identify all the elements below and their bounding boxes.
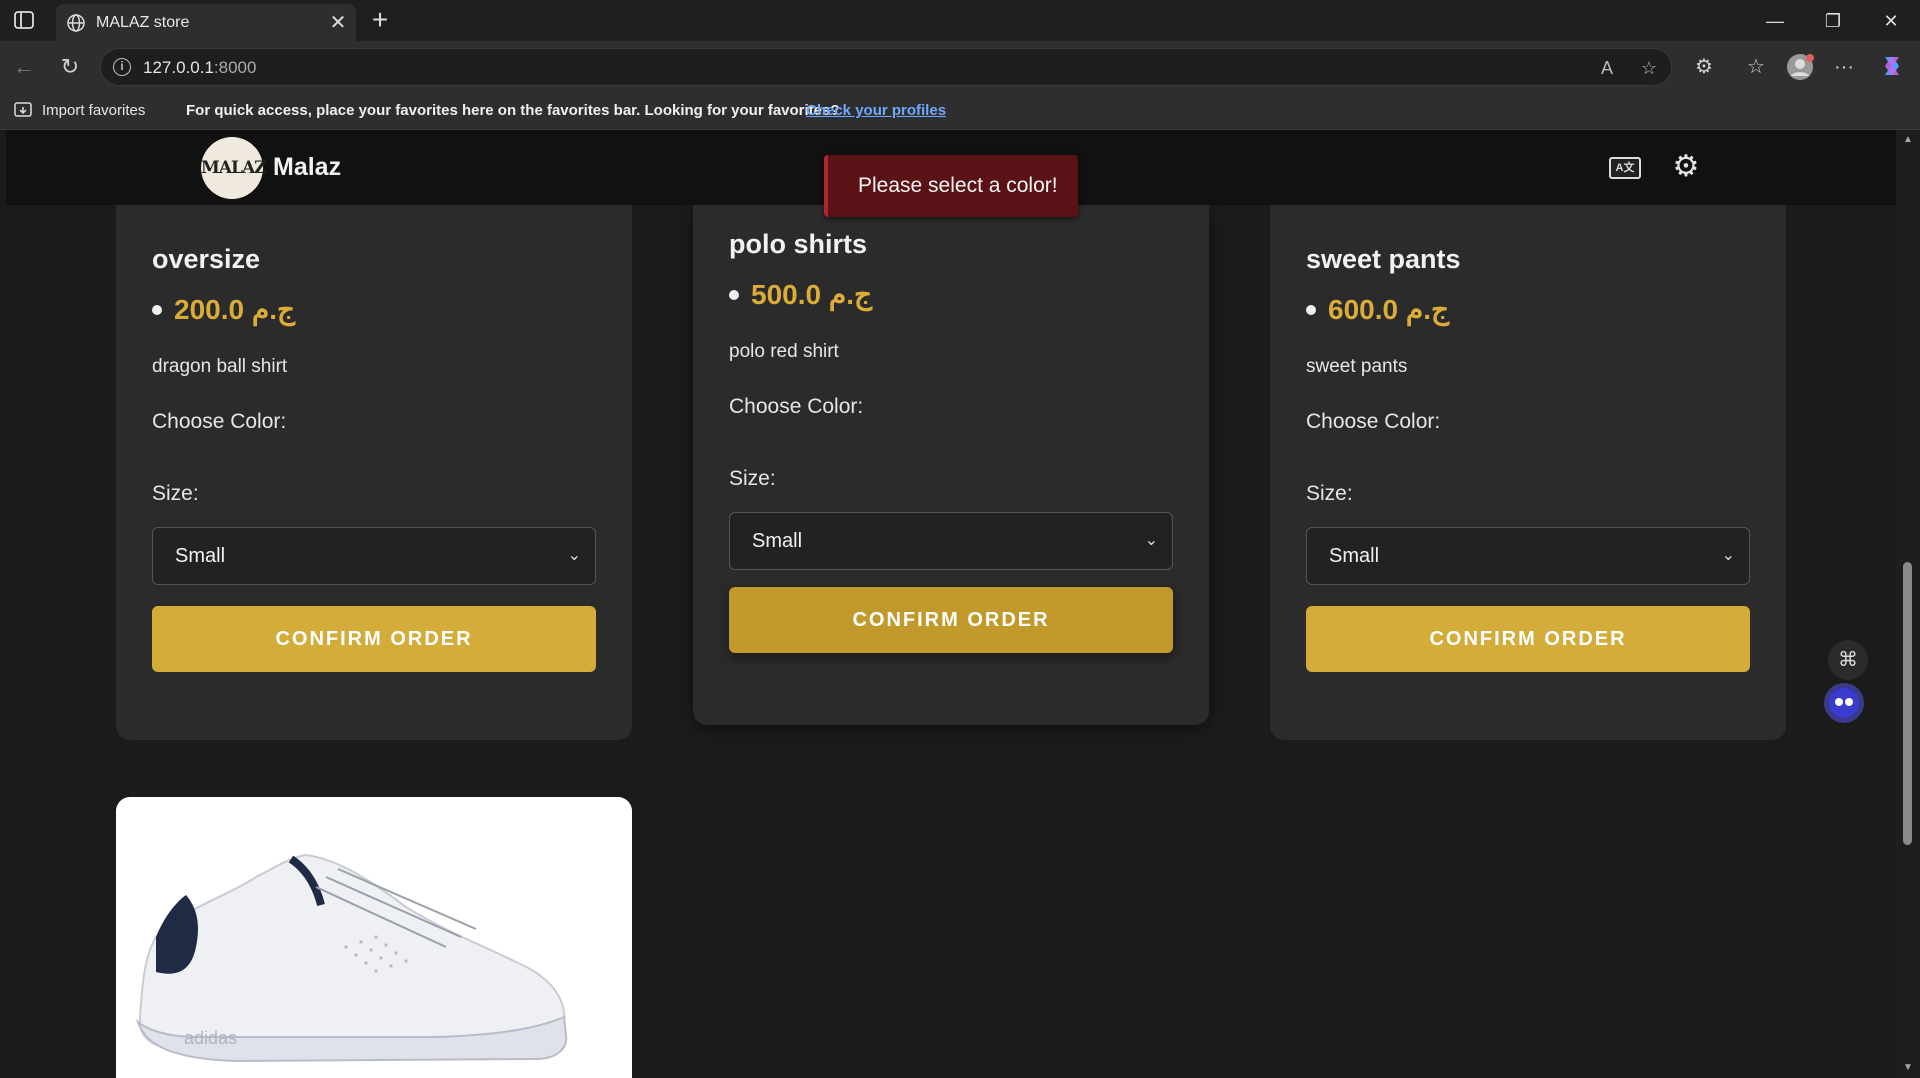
scroll-up-icon[interactable]: ▲ <box>1901 134 1915 145</box>
gear-icon[interactable]: ⚙ <box>1669 150 1703 184</box>
copilot-icon[interactable] <box>1878 53 1906 81</box>
size-label: Size: <box>152 482 199 505</box>
close-tab-icon[interactable]: ✕ <box>326 10 350 35</box>
new-tab-icon[interactable]: + <box>364 4 396 36</box>
url-text: 127.0.0.1:8000 <box>143 58 257 77</box>
chevron-down-icon: ⌄ <box>1144 532 1158 549</box>
extensions-icon[interactable]: ⚙ <box>1690 53 1718 81</box>
brand-name[interactable]: Malaz <box>273 153 341 182</box>
favorites-icon[interactable]: ☆ <box>1742 53 1770 81</box>
favorite-star-icon[interactable]: ☆ <box>1637 56 1661 80</box>
address-bar-row: ← ↻ i 127.0.0.1:8000 A ☆ ⚙ ☆ ··· <box>0 41 1920 93</box>
price-value: 500.0 ج.م <box>751 279 873 310</box>
shoe-brand-mark: adidas <box>184 1028 237 1048</box>
more-menu-icon[interactable]: ··· <box>1830 53 1858 81</box>
assistant-bot-icon[interactable] <box>1824 683 1864 723</box>
error-toast: Please select a color! <box>824 155 1078 217</box>
choose-color-label: Choose Color: <box>152 410 287 433</box>
product-name: polo shirts <box>729 229 868 259</box>
confirm-order-button[interactable]: CONFIRM ORDER <box>729 587 1173 653</box>
bullet-icon <box>1306 304 1316 315</box>
chevron-down-icon: ⌄ <box>567 547 581 564</box>
scrollbar-thumb[interactable] <box>1903 562 1912 845</box>
confirm-order-button[interactable]: CONFIRM ORDER <box>152 606 596 672</box>
sneaker-image: adidas <box>135 853 568 1063</box>
product-price: 500.0 ج.م <box>729 278 872 311</box>
bullet-icon <box>152 304 162 315</box>
import-favorites-label: Import favorites <box>42 101 146 119</box>
profile-avatar-icon[interactable] <box>1786 53 1814 81</box>
apps-grid-icon[interactable]: ⌘ <box>1828 640 1868 680</box>
size-value: Small <box>1329 545 1380 567</box>
back-icon[interactable]: ← <box>10 53 38 81</box>
price-value: 200.0 ج.م <box>174 294 296 325</box>
bullet-icon <box>729 289 739 300</box>
page-scrollbar[interactable]: ▲ ▼ <box>1896 130 1920 1078</box>
site-logo[interactable]: MALAZ <box>201 137 267 199</box>
read-aloud-icon[interactable]: A <box>1595 56 1619 80</box>
size-select[interactable]: Small ⌄ <box>729 512 1173 570</box>
tab-title: MALAZ store <box>96 14 190 31</box>
choose-color-label: Choose Color: <box>1306 410 1441 433</box>
site-info-icon[interactable]: i <box>113 58 131 76</box>
language-toggle-icon[interactable]: A文 <box>1609 157 1641 179</box>
product-description: dragon ball shirt <box>152 356 288 377</box>
refresh-icon[interactable]: ↻ <box>56 53 84 81</box>
product-card: polo shirts 500.0 ج.م polo red shirt Cho… <box>693 205 1209 725</box>
size-select[interactable]: Small ⌄ <box>152 527 596 585</box>
size-label: Size: <box>729 467 776 490</box>
import-icon <box>14 102 32 117</box>
product-image-card[interactable]: adidas <box>116 797 632 1078</box>
size-select[interactable]: Small ⌄ <box>1306 527 1750 585</box>
import-favorites-button[interactable]: Import favorites <box>14 101 145 119</box>
product-price: 200.0 ج.م <box>152 293 295 326</box>
restore-icon[interactable]: ❐ <box>1804 6 1862 36</box>
chevron-down-icon: ⌄ <box>1721 547 1735 564</box>
tab-actions-icon[interactable] <box>12 10 36 30</box>
address-bar[interactable]: i 127.0.0.1:8000 A ☆ <box>100 48 1672 86</box>
size-value: Small <box>752 530 803 552</box>
minimize-icon[interactable]: — <box>1746 6 1804 36</box>
globe-icon <box>66 13 86 33</box>
favorites-bar: Import favorites For quick access, place… <box>0 93 1920 130</box>
scroll-down-icon[interactable]: ▼ <box>1901 1062 1915 1073</box>
size-label: Size: <box>1306 482 1353 505</box>
product-card: sweet pants 600.0 ج.م sweet pants Choose… <box>1270 205 1786 740</box>
tab-bar: MALAZ store ✕ + — ❐ ✕ <box>0 0 1920 41</box>
product-name: oversize <box>152 244 261 274</box>
browser-tab[interactable]: MALAZ store ✕ <box>56 4 356 41</box>
confirm-order-button[interactable]: CONFIRM ORDER <box>1306 606 1750 672</box>
favorites-message: For quick access, place your favorites h… <box>186 102 840 119</box>
check-profiles-link[interactable]: Check your profiles <box>806 102 946 119</box>
product-name: sweet pants <box>1306 244 1461 274</box>
close-window-icon[interactable]: ✕ <box>1862 6 1920 36</box>
choose-color-label: Choose Color: <box>729 395 864 418</box>
product-description: sweet pants <box>1306 356 1408 377</box>
product-price: 600.0 ج.م <box>1306 293 1449 326</box>
product-card: oversize 200.0 ج.م dragon ball shirt Cho… <box>116 205 632 740</box>
product-description: polo red shirt <box>729 341 839 362</box>
price-value: 600.0 ج.م <box>1328 294 1450 325</box>
size-value: Small <box>175 545 226 567</box>
page-viewport: MALAZ Malaz A文 ⚙ Please select a color! … <box>6 130 1896 1078</box>
